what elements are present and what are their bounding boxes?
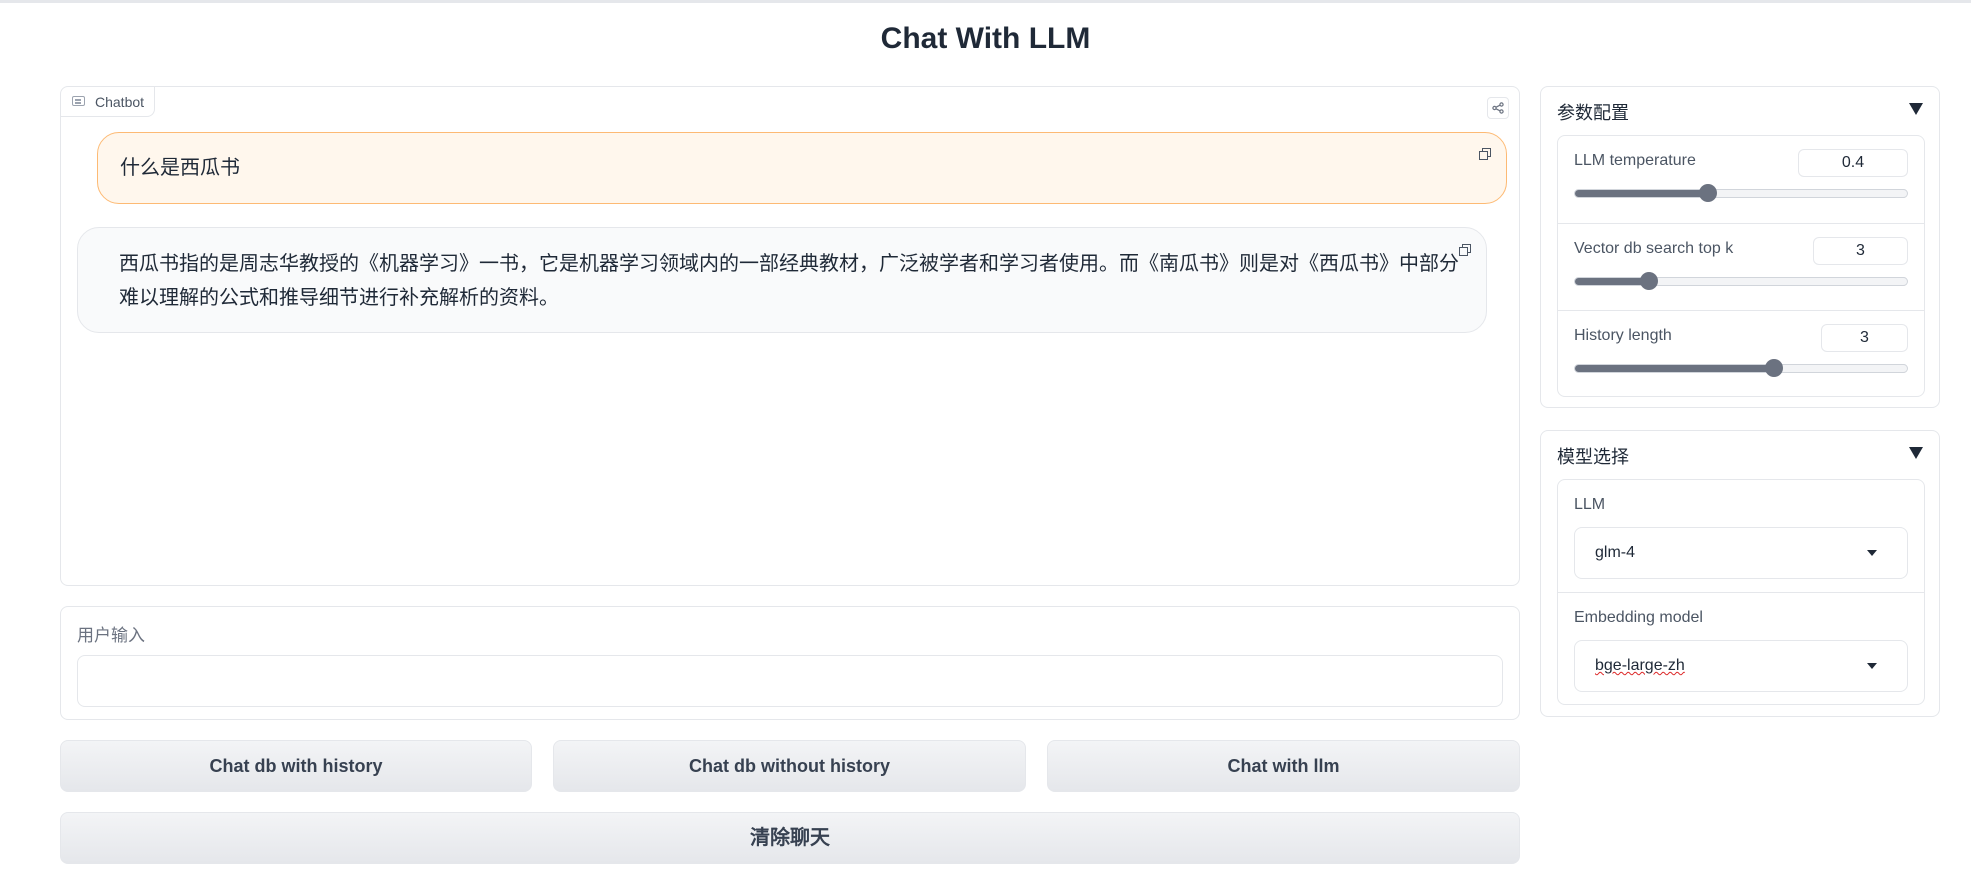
share-icon [1492, 102, 1504, 114]
top-k-row: Vector db search top k 3 [1558, 223, 1924, 310]
dropdown-caret-icon [1867, 663, 1877, 669]
top-border [0, 0, 1971, 3]
share-button[interactable] [1487, 97, 1509, 119]
top-k-label: Vector db search top k [1574, 240, 1734, 257]
slider-fill [1575, 190, 1708, 197]
top-k-slider[interactable] [1574, 272, 1908, 290]
llm-row: LLM glm-4 [1558, 480, 1924, 592]
history-number-input[interactable]: 3 [1821, 324, 1908, 352]
slider-thumb[interactable] [1698, 184, 1717, 202]
page-title: Chat With LLM [880, 22, 1091, 55]
temperature-label: LLM temperature [1574, 152, 1696, 169]
dropdown-caret-icon [1867, 550, 1877, 556]
copy-icon[interactable] [1479, 148, 1492, 161]
chat-db-with-history-button[interactable]: Chat db with history [60, 740, 532, 792]
user-input-panel: 用户输入 [60, 606, 1520, 720]
bot-message: 西瓜书指的是周志华教授的《机器学习》一书，它是机器学习领域内的一部经典教材，广泛… [77, 227, 1487, 333]
llm-dropdown[interactable]: glm-4 [1574, 527, 1908, 579]
chat-db-without-history-button[interactable]: Chat db without history [553, 740, 1026, 792]
chatbot-panel: Chatbot 什么是西瓜书 西瓜书指的是周志华教授的《机器学习》一书，它是机器… [60, 86, 1520, 586]
params-group: LLM temperature 0.4 Vector db search top… [1557, 135, 1925, 397]
model-group: LLM glm-4 Embedding model bge-large-zh [1557, 479, 1925, 705]
llm-label: LLM [1574, 496, 1606, 513]
chat-with-llm-button[interactable]: Chat with llm [1047, 740, 1520, 792]
llm-selected-value: glm-4 [1595, 544, 1636, 561]
top-k-number-input[interactable]: 3 [1813, 237, 1908, 265]
user-message: 什么是西瓜书 [97, 132, 1507, 204]
user-message-text: 什么是西瓜书 [120, 157, 240, 179]
embedding-label: Embedding model [1574, 609, 1703, 626]
params-accordion: 参数配置 LLM temperature 0.4 Vector db searc… [1540, 86, 1940, 408]
params-title[interactable]: 参数配置 [1557, 99, 1629, 125]
history-row: History length 3 [1558, 310, 1924, 397]
user-input-label: 用户输入 [77, 626, 145, 645]
model-accordion: 模型选择 LLM glm-4 Embedding model bge-large… [1540, 430, 1940, 717]
temperature-slider[interactable] [1574, 184, 1908, 202]
chatbot-label: Chatbot [95, 94, 145, 110]
slider-thumb[interactable] [1639, 272, 1658, 290]
slider-fill [1575, 278, 1649, 285]
slider-fill [1575, 365, 1775, 372]
copy-icon[interactable] [1459, 244, 1472, 257]
history-label: History length [1574, 327, 1672, 344]
bot-message-text: 西瓜书指的是周志华教授的《机器学习》一书，它是机器学习领域内的一部经典教材，广泛… [119, 253, 1459, 309]
slider-thumb[interactable] [1765, 359, 1784, 377]
embedding-row: Embedding model bge-large-zh [1558, 592, 1924, 704]
embedding-dropdown[interactable]: bge-large-zh [1574, 640, 1908, 692]
history-slider[interactable] [1574, 359, 1908, 377]
chat-icon [72, 96, 85, 106]
user-input-field[interactable] [77, 655, 1503, 707]
collapse-arrow-icon[interactable] [1909, 103, 1923, 115]
collapse-arrow-icon[interactable] [1909, 447, 1923, 459]
temperature-row: LLM temperature 0.4 [1558, 136, 1924, 223]
clear-chat-button[interactable]: 清除聊天 [60, 812, 1520, 864]
model-title[interactable]: 模型选择 [1557, 443, 1629, 469]
temperature-number-input[interactable]: 0.4 [1798, 149, 1908, 177]
chatbot-label-tab: Chatbot [61, 87, 156, 117]
embedding-selected-value: bge-large-zh [1595, 657, 1685, 674]
